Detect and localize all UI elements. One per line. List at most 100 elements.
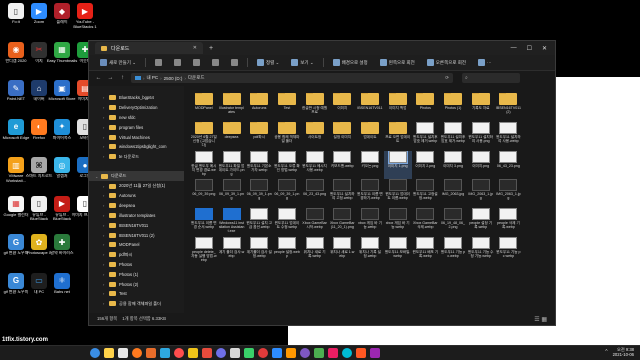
file-item[interactable]: Illustrator templates (218, 93, 246, 122)
file-item[interactable]: Autoruns (245, 93, 273, 122)
file-item[interactable]: 06_19_48_06_2.png (439, 208, 467, 237)
nav-tree-item[interactable]: › BlueStacks_bgp64 (89, 93, 184, 103)
command-button[interactable]: 보기 ⌄ (288, 57, 316, 68)
command-button[interactable]: 배경으로 설정 (330, 57, 371, 68)
file-item[interactable]: Photos (412, 93, 440, 122)
file-item[interactable]: 윈도우11 설치하여 사용.webp (495, 121, 523, 151)
tab-downloads[interactable]: 다운로드 ✕ (95, 42, 203, 54)
command-button[interactable]: 왼쪽으로 회전 (377, 57, 418, 68)
file-item[interactable]: 프로 오면 업데이트 (384, 121, 412, 151)
command-button[interactable] (171, 57, 184, 68)
file-item[interactable]: 이미지 백업 (384, 93, 412, 122)
taskbar-app-icon[interactable] (258, 348, 268, 358)
close-tab-icon[interactable]: ✕ (193, 45, 197, 51)
file-item[interactable]: deepsea (218, 121, 246, 151)
command-button[interactable] (190, 57, 203, 68)
file-item[interactable]: Xbox GameBar(11_20_1).png (328, 208, 356, 237)
tray-overflow-icon[interactable]: ^ (605, 349, 607, 355)
command-button[interactable]: 오른쪽으로 회전 (424, 57, 469, 68)
file-item[interactable]: 설정 이미지 (328, 121, 356, 151)
file-item[interactable]: 윈도우11 설치후 암호 제거.webp (412, 121, 440, 151)
desktop-icon[interactable]: ✚ 알약 바이러스 (47, 234, 77, 265)
taskbar-app-icon[interactable] (118, 348, 128, 358)
file-item[interactable]: 위치나 기록 설정.webp (356, 236, 384, 266)
command-button[interactable]: 정렬 ⌄ (254, 57, 282, 68)
file-item[interactable]: 윈도우11 설치후 암호 제거.webp (439, 121, 467, 151)
file-item[interactable]: xbox 게임 바 기능.webp (384, 208, 412, 237)
file-item[interactable]: 업데이트 (356, 121, 384, 151)
file-item[interactable]: Test (273, 93, 301, 122)
file-item[interactable]: 윈도우11 메시지 사용.webp (301, 150, 329, 180)
file-item[interactable]: 이미지 1.png (383, 150, 412, 180)
file-item[interactable]: 사이트정 (301, 121, 329, 151)
taskbar-app-icon[interactable] (230, 348, 240, 358)
file-item[interactable]: 06_09_39.png (190, 179, 218, 208)
file-item[interactable]: people 설정.webp (273, 236, 301, 266)
maximize-button[interactable]: ☐ (527, 45, 532, 52)
nav-tree-item[interactable]: › Photos (89, 260, 184, 270)
file-item[interactable]: IMG_2063.jpg (439, 179, 467, 208)
forward-arrow-icon[interactable]: → (107, 75, 114, 81)
file-item[interactable]: 윈도우11 기능 pc.webp (439, 236, 467, 266)
file-item[interactable]: people 설정 기록.webp (467, 208, 495, 237)
file-item[interactable]: 키오는.png (356, 150, 384, 180)
taskbar-app-icon[interactable] (342, 348, 352, 358)
file-item[interactable]: 윈도우11 이름 변경 순서.webp (190, 208, 218, 237)
file-item[interactable]: 기록도 자료 (467, 93, 495, 122)
file-item[interactable]: 이미지 2.png (412, 150, 440, 180)
nav-tree-item[interactable]: › Test (89, 289, 184, 299)
file-item[interactable]: Xbox GameBar 시작.webp (301, 208, 329, 237)
up-arrow-icon[interactable]: ↑ (119, 75, 126, 81)
file-item[interactable]: 계기 폴더 검사.webp (218, 236, 246, 266)
taskbar-app-icon[interactable] (356, 348, 366, 358)
file-item[interactable]: 윈도우11 기능 수정 기능.webp (467, 236, 495, 266)
file-item[interactable]: 위치나 새로 기록.webp (301, 236, 329, 266)
taskbar-app-icon[interactable] (104, 348, 114, 358)
file-item[interactable]: 윈도우11 모바일.webp (384, 236, 412, 266)
file-item[interactable]: 윈도우11 업데이트 수정.webp (273, 208, 301, 237)
file-item[interactable]: 한글 윈도우 메시지 변경 경로.webp (190, 150, 218, 180)
file-item[interactable]: 윈도우11 이름 변경하기.webp (356, 179, 384, 208)
clock[interactable]: 오전 9:38 2021-10-06 (613, 347, 634, 357)
file-item[interactable]: 06_09_39_1.png (273, 179, 301, 208)
file-item[interactable]: 윈도우11 배포 기록.webp (412, 236, 440, 266)
file-item[interactable]: IBSEN16TV011 (2) (495, 93, 523, 122)
file-item[interactable]: MODPanel (190, 93, 218, 122)
nav-tree-item[interactable]: › Virtual Machines (89, 132, 184, 142)
file-item[interactable]: Xbox GameBar 삭제.webp (412, 208, 440, 237)
nav-tree-item[interactable]: › MODPanel (89, 240, 184, 250)
nav-tree-item[interactable]: › 2020년 11월 27일 신청(1) (89, 181, 184, 191)
file-item[interactable]: pdf파시 (245, 121, 273, 151)
nav-tree-item[interactable]: › IBSEN16TV011 (89, 220, 184, 230)
file-item[interactable]: xbox 게임 바 기능.webp (356, 208, 384, 237)
file-item[interactable]: people 삭제 기록.webp (495, 208, 523, 237)
command-button[interactable]: ··· (475, 57, 495, 68)
file-item[interactable]: 윈도우11 업데이트 이름.webp (384, 179, 412, 208)
taskbar-app-icon[interactable] (216, 348, 226, 358)
nav-tree-item[interactable]: › te 다운로드 (89, 152, 184, 162)
file-item[interactable]: 계기폴더 검사 설정.webp (245, 236, 273, 266)
file-item[interactable]: Photos (1) (439, 93, 467, 122)
command-button[interactable] (228, 57, 241, 68)
file-item[interactable]: IMG_2063_1.jpg (495, 179, 523, 208)
nav-tree-item[interactable]: › Autoruns (89, 191, 184, 201)
nav-tree-item[interactable]: › pdf파시 (89, 250, 184, 260)
new-tab-button[interactable]: + (209, 45, 213, 52)
file-item[interactable]: 이미지.png (467, 150, 495, 180)
taskbar-app-icon[interactable] (160, 348, 170, 358)
taskbar-app-icon[interactable] (300, 348, 310, 358)
file-item[interactable]: 윈도우11 기능 pc webp (495, 236, 523, 266)
back-arrow-icon[interactable]: ← (95, 75, 102, 81)
file-item[interactable]: IMG_2063_1.jpg (467, 179, 495, 208)
file-item[interactable]: 윈도우11 파일 업데이트 가이드.png (218, 150, 246, 180)
taskbar-app-icon[interactable] (314, 348, 324, 358)
taskbar-app-icon[interactable] (272, 348, 282, 358)
view-toggle-icon[interactable]: ☰ ▦ (534, 316, 547, 323)
nav-tree-item[interactable]: › DeliveryOptimization (89, 103, 184, 113)
nav-tree-item[interactable]: › deepsea (89, 201, 184, 211)
file-item[interactable]: 윈도우11 오류 확인 방법.webp (273, 150, 301, 180)
nav-tree-item[interactable]: › program files (89, 122, 184, 132)
nav-tree-item[interactable]: › windows1tipsbglight_com (89, 142, 184, 152)
taskbar-app-icon[interactable] (90, 348, 100, 358)
file-item[interactable]: 공용 함께 객체파일 폴더 (273, 121, 301, 151)
